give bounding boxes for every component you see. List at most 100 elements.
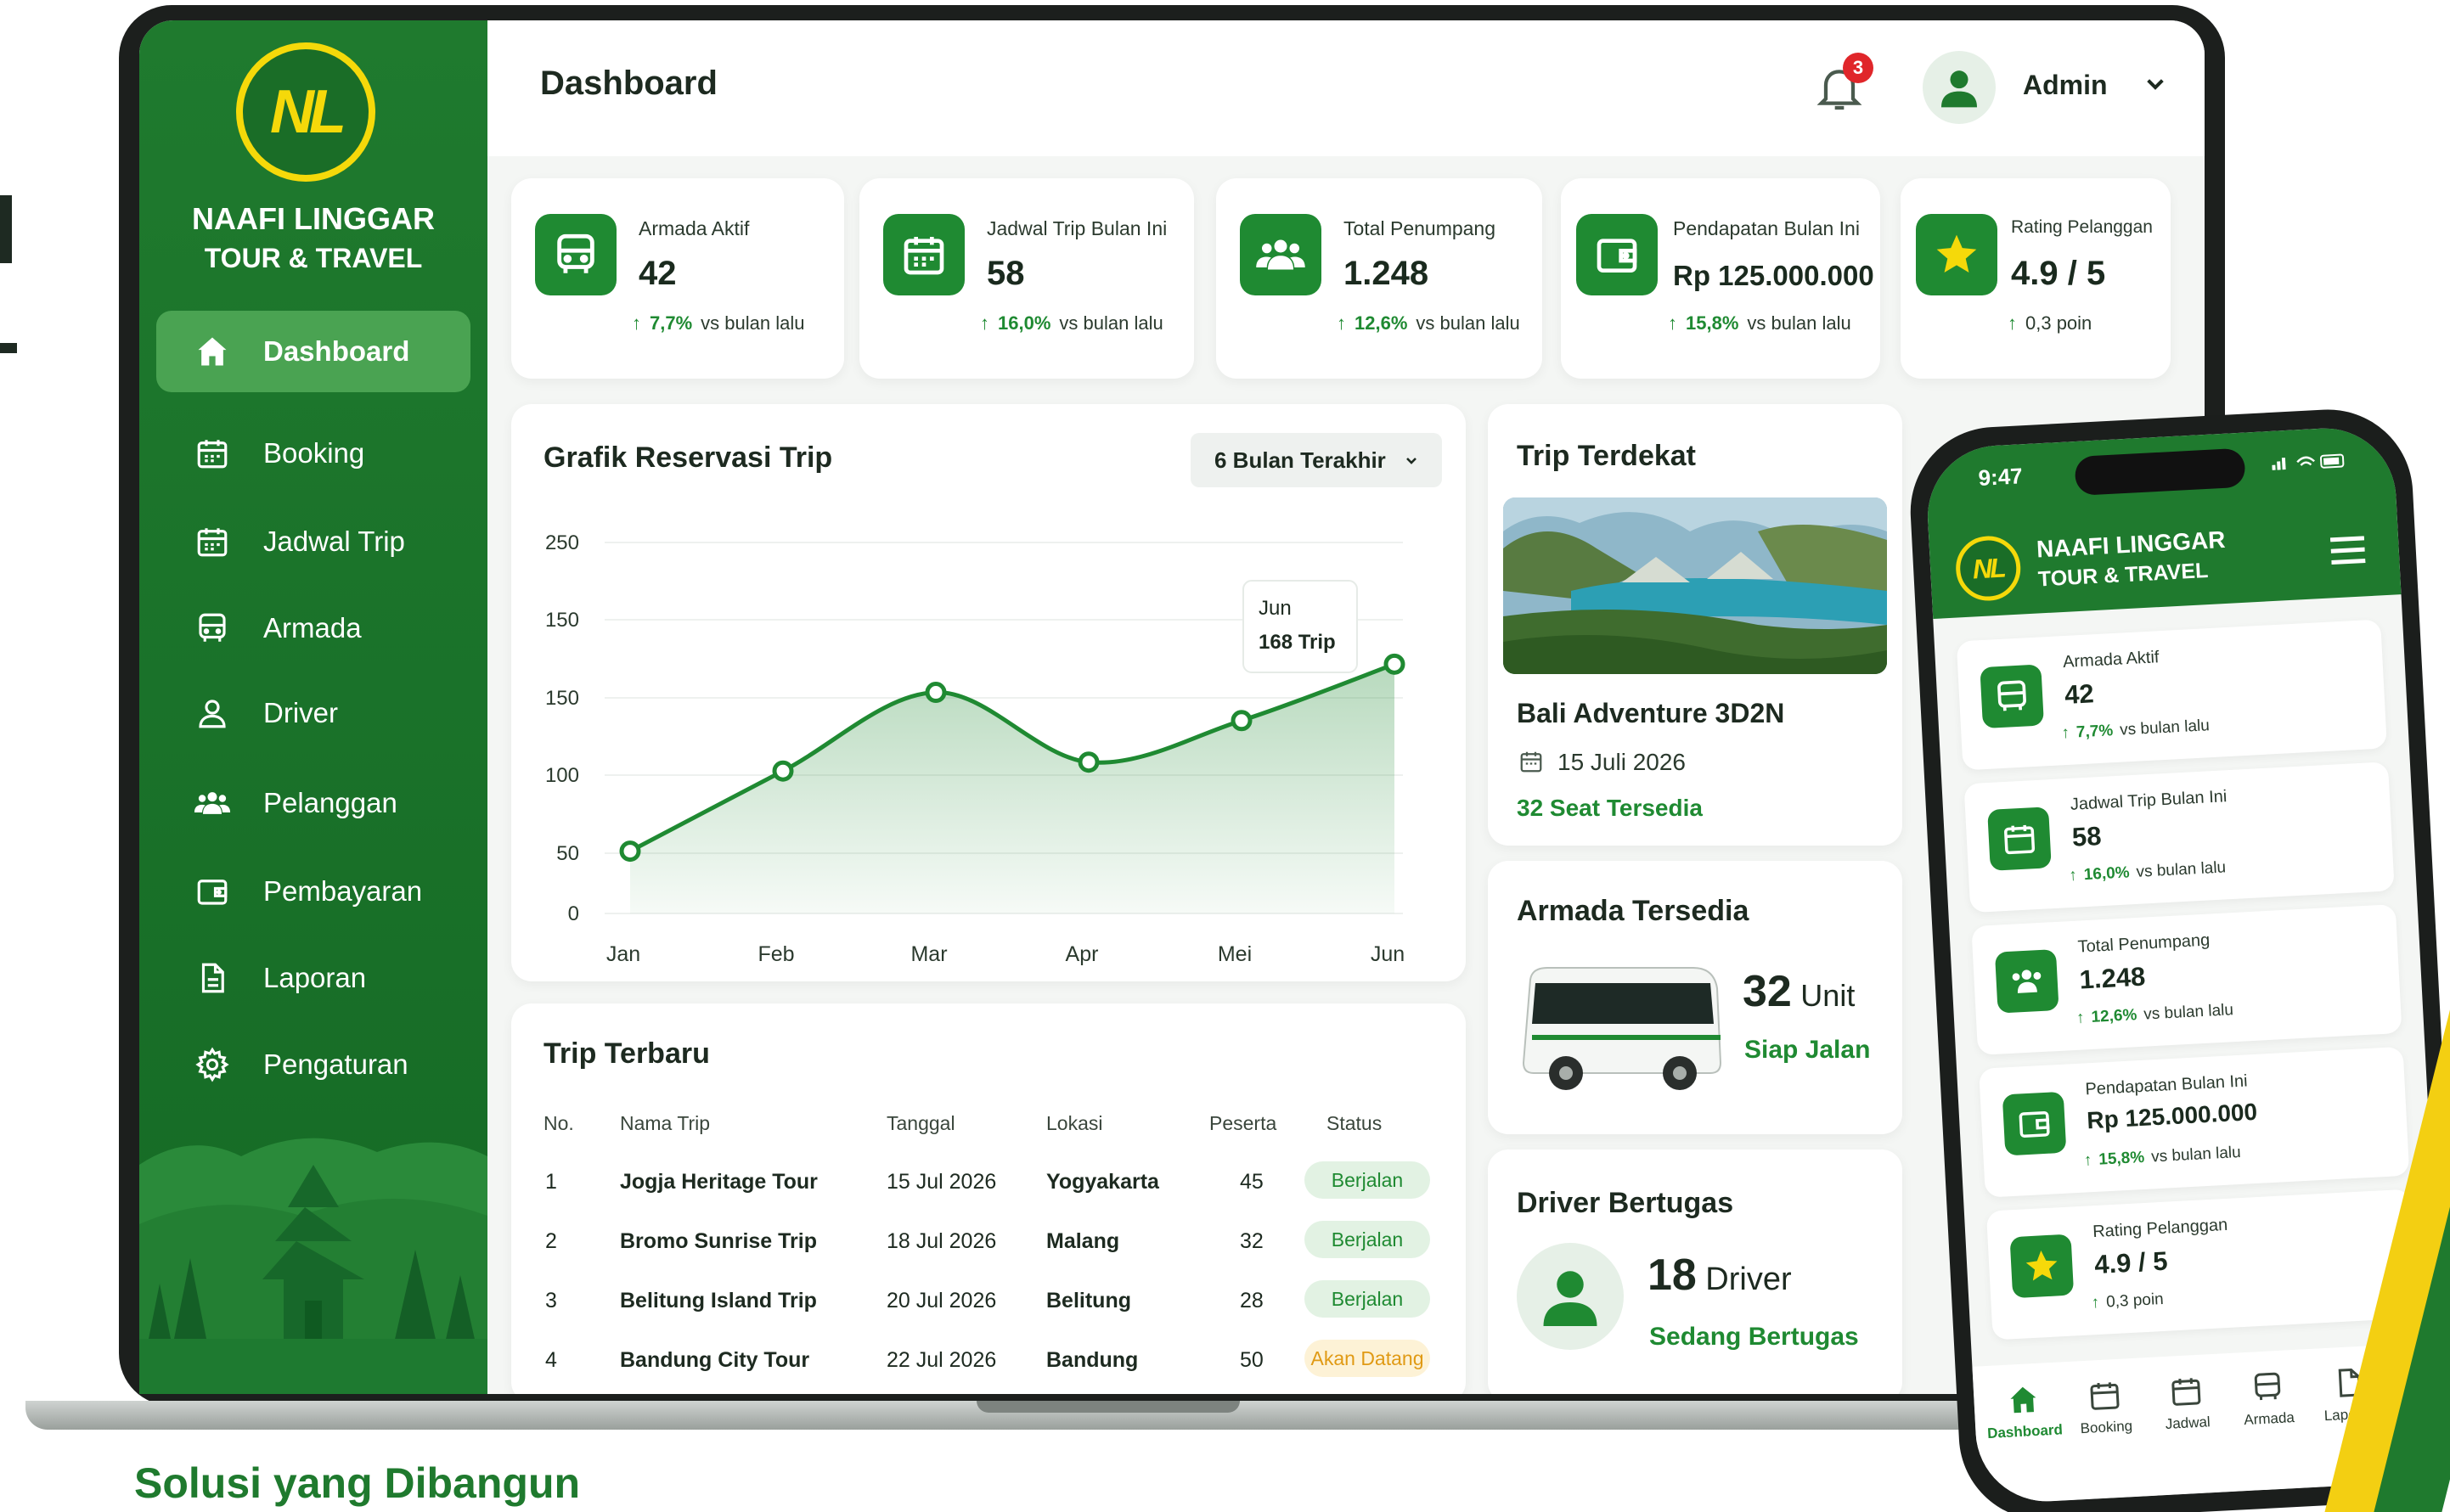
sidebar-item-pelanggan[interactable]: Pelanggan bbox=[156, 762, 470, 844]
phone-nav-jadwal[interactable]: Jadwal bbox=[2144, 1372, 2228, 1434]
phone-header: 9:47 NL NAAFI LINGGAR TOUR & TRAVEL bbox=[1923, 424, 2402, 620]
phone-stat-label: Rating Pelanggan bbox=[2092, 1215, 2228, 1242]
cell-name: Belitung Island Trip bbox=[620, 1289, 817, 1312]
calendar-icon bbox=[194, 435, 231, 472]
chart-point[interactable] bbox=[1078, 751, 1100, 773]
hamburger-menu-icon[interactable] bbox=[2329, 533, 2366, 565]
topbar: Dashboard 3 Admin bbox=[487, 20, 2205, 156]
stat-value: 42 bbox=[639, 255, 677, 292]
stat-change-pct: 7,7% bbox=[650, 312, 693, 334]
notification-badge: 3 bbox=[1843, 53, 1873, 83]
chart-xtick-label: Mar bbox=[910, 942, 947, 966]
sidebar-item-pembayaran[interactable]: Pembayaran bbox=[156, 851, 470, 932]
page-title: Dashboard bbox=[540, 65, 718, 102]
reservation-chart-card: Grafik Reservasi Trip 6 Bulan Terakhir 2… bbox=[511, 404, 1466, 981]
status-badge: Akan Datang bbox=[1304, 1340, 1430, 1377]
trip-date: 15 Juli 2026 bbox=[1557, 749, 1687, 775]
sidebar-item-jadwal-trip[interactable]: Jadwal Trip bbox=[156, 501, 470, 582]
chart-ytick-label: 150 bbox=[545, 609, 579, 632]
logo-text: NL bbox=[270, 78, 346, 146]
chart-point[interactable] bbox=[1231, 710, 1253, 732]
star-icon bbox=[1916, 214, 1997, 295]
bus-icon bbox=[2254, 1372, 2281, 1401]
trip-terdekat-card[interactable]: Trip Terdekat Bali Adventure 3D2N 15 Jul… bbox=[1488, 404, 1902, 846]
arrow-up-icon: ↑ bbox=[2083, 1151, 2092, 1170]
avatar[interactable] bbox=[1923, 51, 1996, 124]
stat-change-pct: 16,0% bbox=[998, 312, 1051, 334]
status-badge: Berjalan bbox=[1304, 1161, 1430, 1199]
sidebar-item-driver[interactable]: Driver bbox=[156, 672, 470, 754]
cell-location: Yogyakarta bbox=[1046, 1170, 1159, 1194]
stat-value: 4.9 / 5 bbox=[2011, 255, 2106, 292]
user-icon bbox=[194, 694, 231, 732]
brand-name: NAAFI LINGGAR bbox=[192, 201, 435, 236]
star-icon bbox=[2009, 1234, 2075, 1299]
stat-change: ↑ 16,0% vs bulan lalu bbox=[980, 312, 1163, 334]
phone-stat-change-note: vs bulan lalu bbox=[2143, 1001, 2234, 1024]
laptop-screen: NL NAAFI LINGGAR TOUR & TRAVEL Dashboard… bbox=[139, 20, 2205, 1394]
chart-point[interactable] bbox=[772, 760, 794, 782]
cell-date: 20 Jul 2026 bbox=[887, 1289, 997, 1312]
calendar-icon bbox=[1987, 807, 2052, 871]
trip-name: Bali Adventure 3D2N bbox=[1517, 698, 1785, 728]
sidebar: NL NAAFI LINGGAR TOUR & TRAVEL Dashboard… bbox=[139, 20, 487, 1394]
sidebar-item-pengaturan[interactable]: Pengaturan bbox=[156, 1024, 470, 1105]
calendar-icon bbox=[2171, 1378, 2201, 1406]
phone-nav-booking[interactable]: Booking bbox=[2063, 1376, 2147, 1438]
chart-point[interactable] bbox=[925, 682, 947, 704]
phone-stat-change-pct: 7,7% bbox=[2075, 722, 2114, 742]
phone-stat-card: Rating Pelanggan 4.9 / 5 ↑ 0,3 poin bbox=[1985, 1189, 2418, 1341]
chevron-down-icon[interactable] bbox=[2138, 66, 2172, 100]
user-icon bbox=[1941, 70, 1977, 108]
chart-ytick-label: 0 bbox=[568, 902, 579, 925]
chart-point[interactable] bbox=[1383, 653, 1405, 675]
phone-stat-change: ↑ 15,8% vs bulan lalu bbox=[2083, 1144, 2241, 1171]
phone-nav-dashboard[interactable]: Dashboard bbox=[1982, 1380, 2066, 1442]
avatar bbox=[1517, 1243, 1624, 1350]
sidebar-item-dashboard[interactable]: Dashboard bbox=[156, 311, 470, 392]
cell-date: 15 Jul 2026 bbox=[887, 1170, 997, 1194]
chart-xtick-label: Feb bbox=[758, 942, 794, 966]
phone-nav-label: Armada bbox=[2243, 1409, 2295, 1429]
bus-icon bbox=[194, 610, 231, 647]
calendar-icon bbox=[2090, 1382, 2120, 1410]
bus-icon bbox=[535, 214, 617, 295]
sidebar-item-laporan[interactable]: Laporan bbox=[156, 937, 470, 1019]
trip-terdekat-title: Trip Terdekat bbox=[1517, 440, 1696, 472]
armada-count: 32 bbox=[1743, 967, 1792, 1016]
phone-nav-armada[interactable]: Armada bbox=[2226, 1368, 2310, 1430]
phone-nav-label: Jadwal bbox=[2165, 1414, 2211, 1432]
phone-stat-label: Jadwal Trip Bulan Ini bbox=[2070, 787, 2228, 814]
calendar-icon bbox=[1520, 751, 1542, 773]
driver-bertugas-card[interactable]: Driver Bertugas 18 Driver Sedang Bertuga… bbox=[1488, 1149, 1902, 1394]
chart-tooltip: Jun 168 Trip bbox=[1242, 580, 1358, 673]
stat-card-jadwal-trip: Jadwal Trip Bulan Ini 58 ↑ 16,0% vs bulan … bbox=[859, 178, 1194, 379]
signal-icon bbox=[2272, 453, 2345, 470]
document-icon bbox=[194, 959, 231, 997]
phone-dynamic-island bbox=[2074, 447, 2246, 496]
armada-unit: Unit bbox=[1800, 978, 1856, 1013]
sidebar-item-label: Laporan bbox=[263, 962, 367, 993]
stat-label: Total Penumpang bbox=[1343, 217, 1496, 239]
table-header-lokasi: Lokasi bbox=[1046, 1112, 1103, 1134]
stat-change-pct: 15,8% bbox=[1686, 312, 1739, 334]
phone-stat-change: ↑ 12,6% vs bulan lalu bbox=[2076, 1001, 2234, 1028]
stat-change-pct: 0,3 poin bbox=[2025, 312, 2092, 334]
stat-card-rating: Rating Pelanggan 4.9 / 5 ↑ 0,3 poin bbox=[1901, 178, 2171, 379]
user-name[interactable]: Admin bbox=[2023, 70, 2108, 101]
phone-stat-change: ↑ 0,3 poin bbox=[2091, 1290, 2164, 1312]
phone-stat-change-pct: 15,8% bbox=[2098, 1148, 2145, 1169]
armada-tersedia-card[interactable]: Armada Tersedia 32 Unit Siap Jalan bbox=[1488, 861, 1902, 1134]
stat-label: Pendapatan Bulan Ini bbox=[1673, 217, 1860, 239]
phone-nav-label: Dashboard bbox=[1986, 1421, 2064, 1442]
sidebar-item-label: Driver bbox=[263, 697, 338, 728]
driver-unit: Driver bbox=[1705, 1262, 1792, 1297]
edge-mark bbox=[0, 343, 17, 353]
chart-point[interactable] bbox=[619, 840, 641, 863]
sidebar-item-booking[interactable]: Booking bbox=[156, 413, 470, 494]
stat-change-note: vs bulan lalu bbox=[1416, 312, 1520, 334]
gear-icon bbox=[194, 1046, 231, 1083]
users-icon bbox=[1994, 948, 2059, 1014]
trip-terbaru-card: Trip Terbaru No. Nama Trip Tanggal Lokas… bbox=[511, 1003, 1466, 1394]
sidebar-item-armada[interactable]: Armada bbox=[156, 587, 470, 669]
